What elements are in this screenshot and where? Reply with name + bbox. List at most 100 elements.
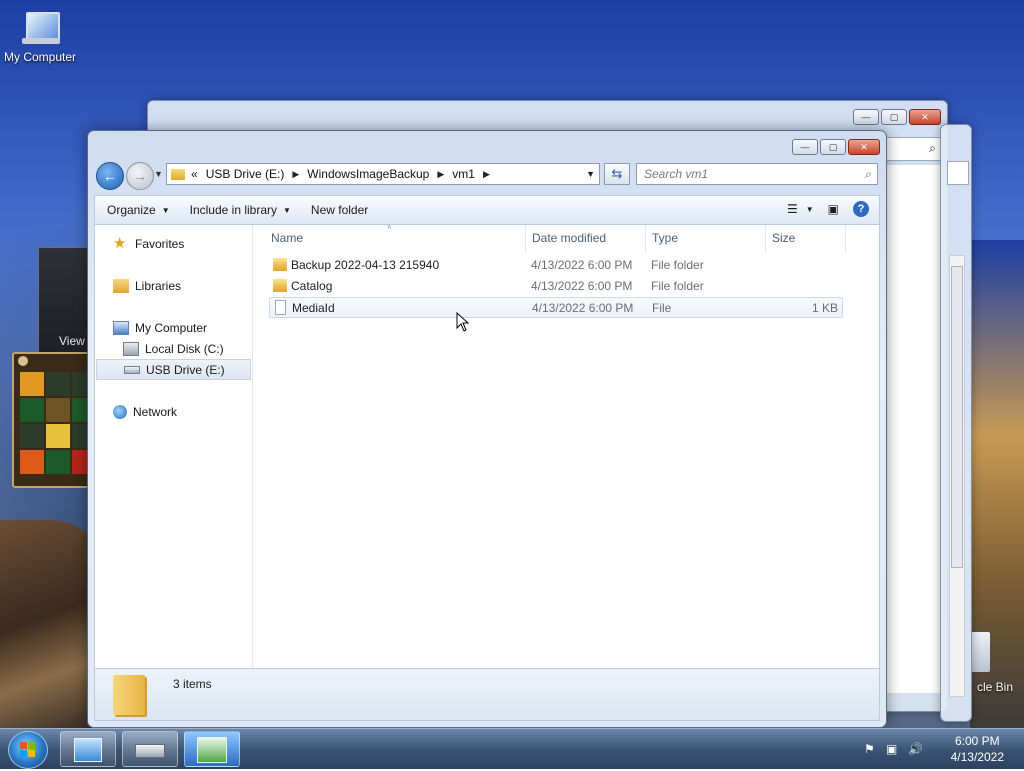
forward-button[interactable]: → — [126, 162, 154, 190]
file-date: 4/13/2022 6:00 PM — [531, 279, 633, 293]
maximize-icon[interactable]: ▢ — [881, 109, 907, 125]
breadcrumb-chevron-icon[interactable]: ▶ — [292, 169, 299, 180]
include-in-library-button[interactable]: Include in library ▼ — [190, 203, 291, 217]
usb-drive-icon — [124, 365, 140, 374]
column-divider[interactable] — [525, 225, 526, 251]
address-dropdown-icon[interactable]: ▼ — [586, 169, 595, 179]
star-icon: ★ — [113, 234, 127, 252]
organize-button[interactable]: Organize ▼ — [107, 203, 170, 217]
column-divider[interactable] — [645, 225, 646, 251]
close-button[interactable]: ✕ — [848, 139, 880, 155]
recycle-bin-icon — [970, 632, 990, 672]
close-icon[interactable]: ✕ — [909, 109, 941, 125]
breadcrumb-overflow[interactable]: « — [191, 167, 198, 181]
nav-item-label: My Computer — [135, 320, 208, 335]
file-size: 1 KB — [811, 301, 838, 315]
computer-icon — [113, 320, 129, 335]
minimize-icon[interactable]: — — [853, 109, 879, 125]
column-header-type[interactable]: Type — [652, 225, 762, 251]
content-area: ★ Favorites Libraries My Computer Local … — [94, 223, 880, 669]
file-icon — [275, 300, 286, 315]
breadcrumb-usb-drive[interactable]: USB Drive (E:) — [206, 167, 285, 181]
background-scrollbar[interactable] — [949, 255, 965, 697]
network-icon[interactable]: ▣ — [886, 742, 900, 756]
minimize-button[interactable]: — — [792, 139, 818, 155]
breadcrumb-vm1[interactable]: vm1 — [452, 167, 475, 181]
chevron-down-icon: ▼ — [161, 205, 170, 215]
taskbar-item-control-panel[interactable] — [60, 731, 116, 767]
windows-logo-icon — [20, 742, 35, 757]
file-name: Catalog — [291, 279, 333, 293]
taskbar-item-backup[interactable] — [184, 731, 240, 767]
desktop-icon-my-computer[interactable]: My Computer — [2, 10, 78, 64]
new-folder-button[interactable]: New folder — [311, 203, 368, 217]
game-window-thumbnail[interactable] — [12, 352, 96, 488]
file-date: 4/13/2022 6:00 PM — [531, 258, 633, 272]
search-icon[interactable]: ⌕ — [864, 167, 871, 182]
column-header-name[interactable]: Name — [271, 225, 521, 251]
folder-icon — [113, 675, 145, 715]
refresh-button[interactable]: ⇆ — [604, 163, 630, 185]
clock[interactable]: 6:00 PM 4/13/2022 — [951, 733, 1004, 765]
back-arrow-icon: ← — [103, 168, 117, 184]
column-divider[interactable] — [845, 225, 846, 251]
scrollbar-thumb[interactable] — [951, 266, 963, 568]
view-options-button[interactable]: ☰ ▼ — [787, 202, 814, 216]
breadcrumb-chevron-icon[interactable]: ▶ — [437, 169, 444, 180]
file-date: 4/13/2022 6:00 PM — [532, 301, 634, 315]
breadcrumb-windowsimagebackup[interactable]: WindowsImageBackup — [307, 167, 429, 181]
chevron-down-icon: ▼ — [805, 204, 814, 214]
column-header-size[interactable]: Size — [772, 225, 842, 251]
recent-pages-dropdown[interactable]: ▼ — [154, 169, 163, 179]
column-divider[interactable] — [765, 225, 766, 251]
file-row-mediaid[interactable]: MediaId 4/13/2022 6:00 PM File 1 KB — [269, 297, 843, 318]
nav-item-my-computer[interactable]: My Computer — [95, 317, 252, 338]
nav-item-local-disk[interactable]: Local Disk (C:) — [95, 338, 252, 359]
folder-icon — [171, 168, 185, 180]
start-button[interactable] — [8, 731, 48, 769]
desktop-icon-recycle-bin[interactable]: cle Bin — [966, 632, 1024, 694]
nav-item-libraries[interactable]: Libraries — [95, 275, 252, 296]
nav-item-label: Libraries — [135, 278, 182, 293]
explorer-window[interactable]: — ▢ ✕ ← → ▼ « USB Drive (E:) ▶ WindowsIm… — [87, 130, 887, 728]
address-row: ← → ▼ « USB Drive (E:) ▶ WindowsImageBac… — [94, 161, 880, 190]
background-window-caption-buttons: — ▢ ✕ — [853, 109, 941, 125]
preview-pane-icon[interactable]: ▣ — [828, 202, 839, 216]
chevron-down-icon: ▼ — [283, 205, 291, 215]
volume-icon[interactable]: 🔊 — [908, 742, 923, 756]
file-type: File folder — [651, 279, 704, 293]
help-icon[interactable]: ? — [853, 201, 869, 217]
search-icon: ⌕ — [929, 141, 936, 155]
background-window-search[interactable] — [947, 161, 969, 185]
clock-date: 4/13/2022 — [950, 750, 1004, 764]
network-icon — [113, 404, 127, 419]
file-type: File — [652, 301, 672, 315]
search-input[interactable]: Search vm1 ⌕ — [636, 163, 878, 185]
chevron-down-icon: ▼ — [154, 169, 163, 179]
nav-item-label: Network — [133, 404, 178, 419]
nav-item-network[interactable]: Network — [95, 401, 252, 422]
background-window-right[interactable] — [940, 124, 972, 722]
caption-buttons: — ▢ ✕ — [792, 139, 880, 155]
search-placeholder: Search vm1 — [644, 167, 709, 181]
action-center-flag-icon[interactable]: ⚑ — [864, 742, 878, 756]
system-tray: ⚑ ▣ 🔊 6:00 PM 4/13/2022 — [854, 729, 1024, 769]
refresh-icon: ⇆ — [611, 166, 623, 181]
control-panel-icon — [74, 738, 102, 762]
minimize-icon: — — [800, 142, 810, 152]
navigation-pane: ★ Favorites Libraries My Computer Local … — [95, 225, 253, 668]
nav-item-favorites[interactable]: ★ Favorites — [95, 233, 252, 254]
nav-item-label: USB Drive (E:) — [146, 362, 225, 377]
file-row-catalog[interactable]: Catalog 4/13/2022 6:00 PM File folder — [269, 276, 843, 297]
maximize-button[interactable]: ▢ — [820, 139, 846, 155]
address-bar[interactable]: « USB Drive (E:) ▶ WindowsImageBackup ▶ … — [166, 163, 600, 185]
nav-item-usb-drive[interactable]: USB Drive (E:) — [96, 359, 251, 380]
file-row-backup[interactable]: Backup 2022-04-13 215940 4/13/2022 6:00 … — [269, 255, 843, 276]
include-in-library-label: Include in library — [189, 203, 277, 217]
command-bar: Organize ▼ Include in library ▼ New fold… — [94, 195, 880, 225]
libraries-icon — [113, 278, 129, 293]
column-header-date-modified[interactable]: Date modified — [532, 225, 642, 251]
back-button[interactable]: ← — [96, 162, 124, 190]
taskbar-item-explorer[interactable] — [122, 731, 178, 767]
breadcrumb-chevron-icon[interactable]: ▶ — [483, 169, 490, 180]
